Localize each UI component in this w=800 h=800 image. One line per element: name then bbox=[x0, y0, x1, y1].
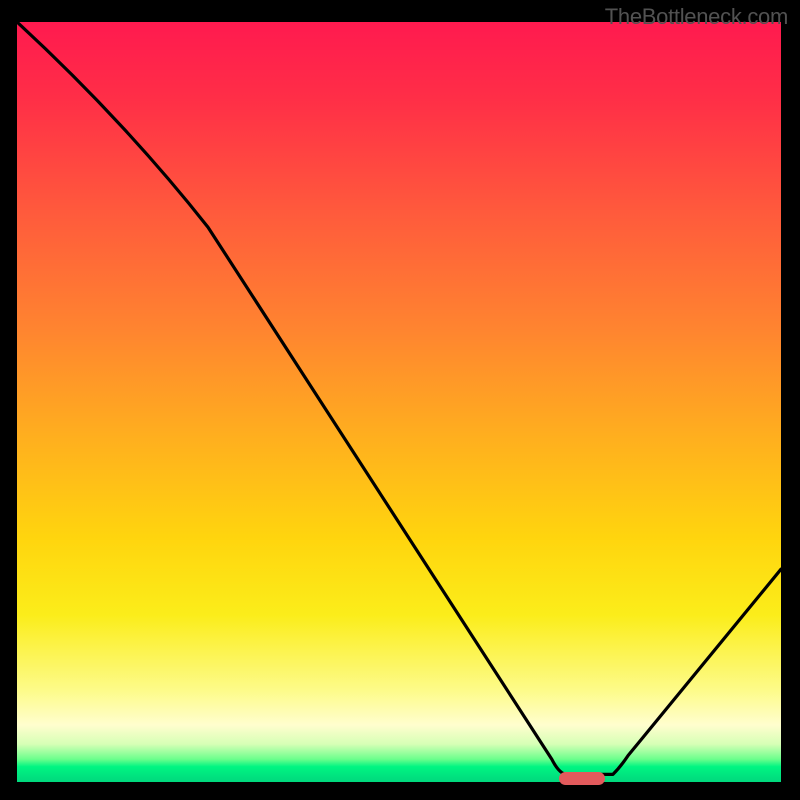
chart-gradient-background bbox=[17, 22, 781, 782]
optimal-marker bbox=[559, 772, 605, 785]
watermark-text: TheBottleneck.com bbox=[605, 4, 788, 30]
